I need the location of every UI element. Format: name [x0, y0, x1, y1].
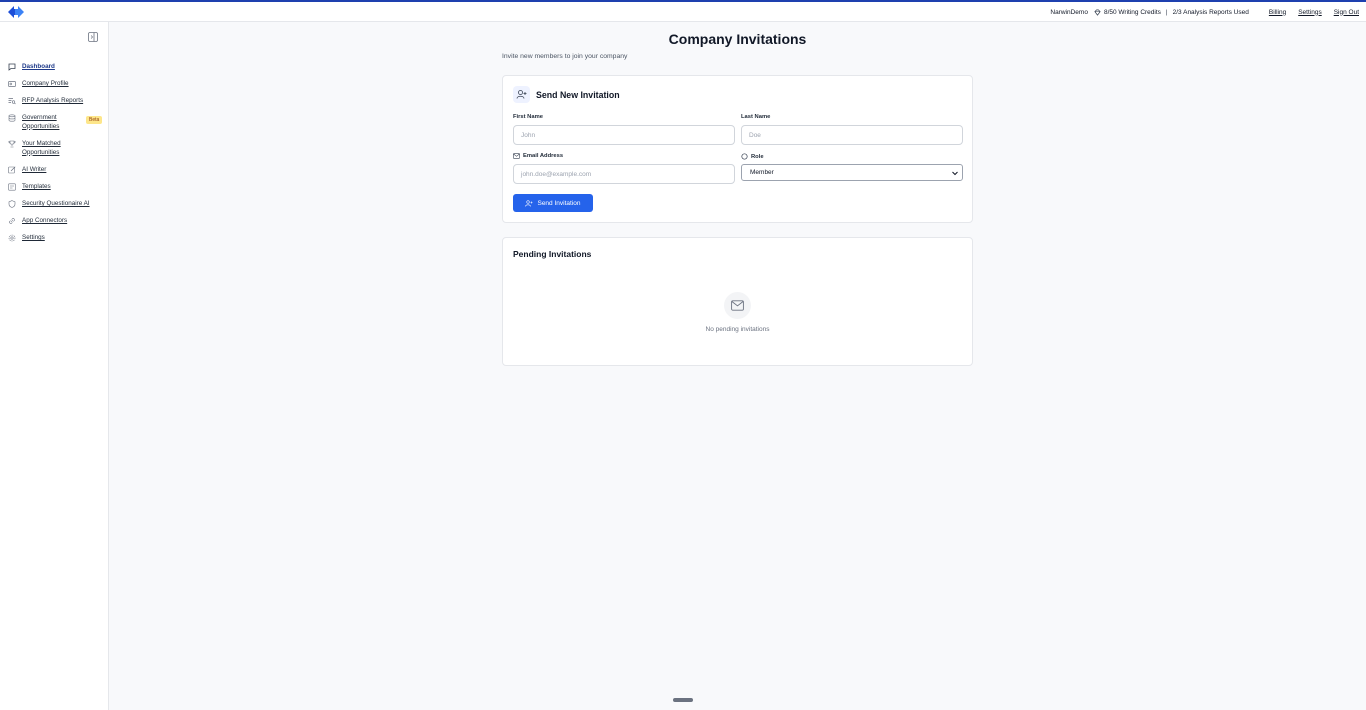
sidebar-item-label: Settings [22, 234, 45, 241]
beta-badge: Beta [86, 116, 103, 124]
first-name-input[interactable]: John [513, 125, 735, 145]
sidebar-collapse-icon[interactable] [88, 32, 98, 42]
add-user-icon-wrap [513, 86, 530, 103]
send-invitation-card: Send New Invitation First Name John Last… [502, 75, 973, 223]
template-icon [8, 183, 16, 191]
sidebar: Dashboard Company Profile RFP Analysis R… [0, 22, 109, 710]
app-logo-icon[interactable] [7, 5, 25, 19]
mail-icon [513, 153, 520, 159]
mail-icon [731, 300, 744, 311]
send-invitation-title: Send New Invitation [536, 89, 620, 100]
last-name-label: Last Name [741, 114, 771, 120]
sidebar-item-label: AI Writer [22, 166, 47, 173]
sidebar-item-label: Government Opportunities [22, 114, 60, 130]
gear-icon [8, 234, 16, 242]
top-header: NarwinDemo 8/50 Writing Credits | 2/3 An… [0, 2, 1366, 22]
analysis-reports-label: 2/3 Analysis Reports Used [1172, 8, 1249, 16]
sidebar-item-label: Company Profile [22, 80, 69, 87]
diamond-icon [1094, 9, 1101, 16]
sidebar-item-label: RFP Analysis Reports [22, 97, 84, 104]
pending-invitations-card: Pending Invitations No pending invitatio… [502, 237, 973, 366]
list-search-icon [8, 98, 16, 105]
sidebar-item-templates[interactable]: Templates [8, 183, 104, 192]
sidebar-item-app-connectors[interactable]: App Connectors [8, 217, 104, 226]
sidebar-item-label: Your Matched Opportunities [22, 140, 61, 156]
sign-out-link[interactable]: Sign Out [1334, 9, 1359, 16]
sidebar-item-dashboard[interactable]: Dashboard [8, 63, 104, 72]
role-label: Role [741, 153, 764, 160]
send-invitation-header: Send New Invitation [513, 86, 620, 103]
page-title: Company Invitations [668, 31, 807, 47]
sidebar-item-security-questionaire-ai[interactable]: Security Questionaire AI [8, 200, 104, 209]
sidebar-item-label: Security Questionaire AI [22, 200, 90, 207]
header-separator: | [1165, 8, 1168, 16]
chat-icon [8, 63, 16, 71]
role-select[interactable]: Member [741, 164, 963, 181]
empty-mail-icon-wrap [724, 292, 751, 319]
last-name-input[interactable]: Doe [741, 125, 963, 145]
role-selected-value: Member [750, 169, 774, 176]
sidebar-item-ai-writer[interactable]: AI Writer [8, 166, 104, 175]
add-user-icon [516, 90, 527, 99]
sidebar-item-government-opportunities[interactable]: Government Opportunities Beta [8, 114, 104, 131]
sidebar-item-label: App Connectors [22, 217, 68, 224]
writing-credits-label: 8/50 Writing Credits [1103, 8, 1161, 16]
add-user-icon [525, 199, 533, 207]
send-invitation-button[interactable]: Send Invitation [513, 194, 593, 212]
role-label-text: Role [751, 153, 764, 160]
sidebar-item-rfp-analysis-reports[interactable]: RFP Analysis Reports [8, 97, 104, 106]
pending-invitations-title: Pending Invitations [513, 249, 592, 259]
id-card-icon [8, 81, 16, 87]
pen-icon [8, 166, 16, 174]
trophy-icon [8, 140, 16, 148]
database-icon [8, 114, 16, 122]
sidebar-item-label: Templates [22, 183, 51, 190]
username-label: NarwinDemo [1050, 8, 1088, 16]
sidebar-item-your-matched-opportunities[interactable]: Your Matched Opportunities [8, 140, 104, 157]
email-input[interactable]: john.doe@example.com [513, 164, 735, 184]
empty-state-text: No pending invitations [705, 326, 770, 333]
role-circle-icon [741, 153, 748, 160]
page-subtitle: Invite new members to join your company [502, 53, 628, 60]
sidebar-item-label: Dashboard [22, 63, 55, 70]
email-label-text: Email Address [523, 153, 564, 159]
email-label: Email Address [513, 153, 563, 159]
sidebar-item-company-profile[interactable]: Company Profile [8, 80, 104, 89]
header-status-bar: NarwinDemo 8/50 Writing Credits | 2/3 An… [1050, 2, 1359, 22]
settings-link[interactable]: Settings [1298, 9, 1322, 16]
billing-link[interactable]: Billing [1269, 9, 1286, 16]
writing-credits: 8/50 Writing Credits [1094, 9, 1161, 16]
send-invitation-button-label: Send Invitation [537, 199, 581, 207]
chevron-down-icon [952, 171, 958, 176]
link-icon [9, 218, 15, 224]
scroll-handle[interactable] [673, 698, 693, 702]
sidebar-item-settings[interactable]: Settings [8, 234, 104, 243]
shield-icon [8, 200, 16, 208]
first-name-label: First Name [513, 114, 543, 120]
